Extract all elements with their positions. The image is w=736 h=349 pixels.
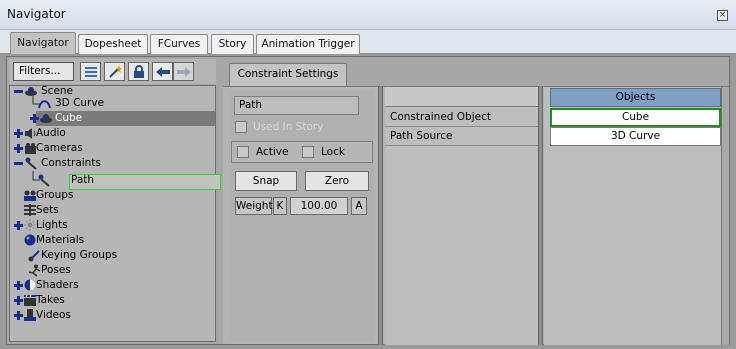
tree-item-label: 3D Curve [55,97,105,109]
expand-icon[interactable] [14,311,23,320]
objects-column-header[interactable]: Objects [550,88,721,107]
scene-tree: Scene 3D Curve Cube Audio Cameras Constr… [9,85,221,342]
tree-item-cube[interactable]: Cube [14,111,214,126]
forward-arrow-icon[interactable] [173,62,194,81]
tree-item-sets[interactable]: Sets [14,203,214,218]
constraint-name-field[interactable]: Path [234,96,359,115]
expand-icon[interactable] [14,296,23,305]
tab-animation-trigger[interactable]: Animation Trigger [256,34,360,54]
tree-item-keying-groups[interactable]: Keying Groups [14,248,214,263]
weight-label: Weight [235,197,273,215]
tree-item-constraints[interactable]: Constraints [14,156,214,171]
tree-item-videos[interactable]: Videos [14,308,214,323]
collapse-icon[interactable] [14,159,23,168]
close-button[interactable]: × [717,10,728,21]
active-label: Active [256,146,289,158]
tree-item-poses[interactable]: Poses [14,263,214,278]
title-bar: Navigator × [0,0,736,30]
path-constraint-icon [38,174,50,187]
curve-icon [38,100,51,109]
navigator-toolbar: Filters... [9,59,216,84]
lock-icon[interactable] [128,62,149,81]
tab-constraint-settings[interactable]: Constraint Settings [229,63,347,86]
reference-row-path-source[interactable]: Path Source [385,127,538,146]
expand-icon[interactable] [14,221,23,230]
tree-item-materials[interactable]: Materials [14,233,214,248]
tree-item-lights[interactable]: Lights [14,218,214,233]
constraint-icon [25,157,37,170]
expand-icon[interactable] [14,129,23,138]
tree-item-label: Audio [36,127,66,139]
filters-button[interactable]: Filters... [13,62,74,81]
objects-grid-edge [721,87,729,345]
tree-item-label: Cube [55,112,83,124]
tree-item-label: Poses [41,264,71,276]
wand-icon[interactable] [104,62,125,81]
tree-item-label: Takes [36,294,65,306]
collapse-icon[interactable] [14,87,23,96]
weight-row: Weight K 100.00 A [235,197,373,216]
pose-icon [28,264,41,277]
expand-icon[interactable] [14,144,23,153]
tree-item-3d-curve[interactable]: 3D Curve [14,96,214,111]
object-cell-3d-curve[interactable]: 3D Curve [550,127,721,146]
navigator-panel: Filters... Scene 3D Curve Cube Audio Cam… [6,56,730,345]
column-splitter[interactable] [378,87,383,345]
back-arrow-icon[interactable] [152,62,173,81]
tree-item-label: Path [71,174,95,186]
tree-item-cameras[interactable]: Cameras [14,141,214,156]
tree-item-groups[interactable]: Groups [14,188,214,203]
tree-item-takes[interactable]: Takes [14,293,214,308]
constraint-properties: Path Used In Story Active Lock Snap Zero… [229,91,374,341]
tab-dopesheet[interactable]: Dopesheet [78,34,148,54]
constraint-settings-body: Path Used In Story Active Lock Snap Zero… [223,86,729,345]
keying-icon [28,250,40,262]
weight-value-field[interactable]: 100.00 [290,197,348,215]
tree-item-label: Constraints [41,157,101,169]
tree-item-path[interactable]: Path [14,171,214,188]
tree-item-label: Materials [36,234,85,246]
tree-item-label: Keying Groups [41,249,118,261]
column-splitter[interactable] [538,87,543,345]
reference-label-grid: Constrained Object Path Source [385,87,538,345]
objects-grid: Objects Cube 3D Curve [544,87,729,345]
reference-row-constrained-object[interactable]: Constrained Object [385,108,538,127]
lock-label: Lock [321,146,345,158]
tab-story[interactable]: Story [211,34,254,54]
tab-navigator[interactable]: Navigator [10,32,76,54]
tree-item-label: Sets [36,204,59,216]
list-view-icon[interactable] [80,62,101,81]
object-cell-cube[interactable]: Cube [550,108,721,127]
tree-item-label: Shaders [36,279,79,291]
used-in-story-label: Used In Story [253,121,324,133]
tab-bar: Navigator Dopesheet FCurves Story Animat… [0,30,736,54]
active-checkbox[interactable] [237,146,249,158]
tree-item-label: Lights [36,219,68,231]
active-lock-group: Active Lock [231,141,373,163]
tab-fcurves[interactable]: FCurves [150,34,208,54]
zero-button[interactable]: Zero [305,171,369,191]
tree-item-label: Videos [36,309,71,321]
expand-icon[interactable] [30,114,39,123]
lock-checkbox[interactable] [302,146,314,158]
tree-item-shaders[interactable]: Shaders [14,278,214,293]
model-icon [40,114,52,123]
tree-item-audio[interactable]: Audio [14,126,214,141]
reference-grid-header [385,87,538,107]
snap-button[interactable]: Snap [235,171,297,191]
tree-item-label: Groups [36,189,74,201]
weight-anim-button[interactable]: A [351,197,367,215]
expand-icon[interactable] [14,281,23,290]
tree-item-label: Cameras [36,142,83,154]
weight-key-button[interactable]: K [273,197,287,215]
used-in-story-checkbox[interactable] [235,121,247,133]
window-title: Navigator [7,7,66,21]
